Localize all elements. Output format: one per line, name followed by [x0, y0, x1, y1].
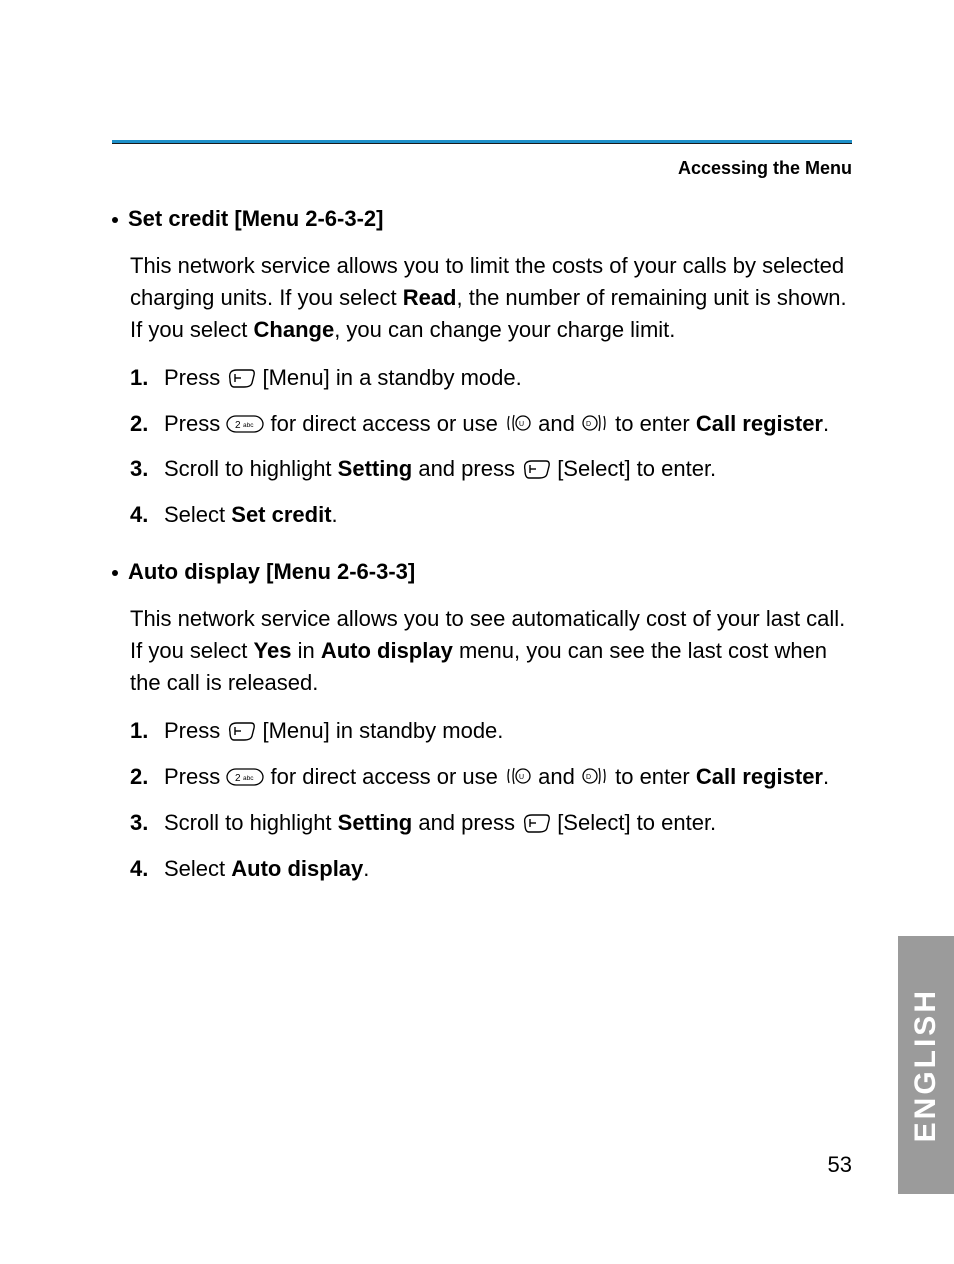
- step-number: 4.: [130, 499, 164, 531]
- step-3: 3. Scroll to highlight Setting and press…: [130, 453, 852, 485]
- step-4: 4. Select Auto display.: [130, 853, 852, 885]
- page-number: 53: [828, 1152, 852, 1178]
- text: and press: [412, 810, 521, 835]
- set-credit-steps: 1. Press [Menu] in a standby mode. 2. Pr…: [130, 362, 852, 532]
- text: in: [291, 638, 320, 663]
- text: to enter: [615, 411, 696, 436]
- text: , you can change your charge limit.: [334, 317, 675, 342]
- step-2: 2. Press 2abc for direct access or use U…: [130, 408, 852, 440]
- set-credit-title: Set credit [Menu 2-6-3-2]: [128, 206, 384, 232]
- text: [Menu] in a standby mode.: [262, 365, 521, 390]
- text: Scroll to highlight: [164, 810, 338, 835]
- bold-call-register: Call register: [696, 764, 823, 789]
- bold-setting: Setting: [338, 810, 413, 835]
- bold-auto-display: Auto display: [231, 856, 363, 881]
- step-body: Select Auto display.: [164, 853, 852, 885]
- bold-setting: Setting: [338, 456, 413, 481]
- text: Select: [164, 856, 231, 881]
- text: [Select] to enter.: [557, 810, 716, 835]
- text: Select: [164, 502, 231, 527]
- left-softkey-icon: [521, 456, 551, 477]
- step-4: 4. Select Set credit.: [130, 499, 852, 531]
- left-softkey-icon: [226, 718, 256, 739]
- set-credit-paragraph: This network service allows you to limit…: [130, 250, 852, 346]
- text: Scroll to highlight: [164, 456, 338, 481]
- rocker-right-icon: D: [581, 411, 609, 433]
- svg-text:2: 2: [235, 773, 241, 784]
- bold-set-credit: Set credit: [231, 502, 331, 527]
- manual-page: Accessing the Menu Set credit [Menu 2-6-…: [0, 0, 954, 1264]
- text: Press: [164, 365, 226, 390]
- svg-text:abc: abc: [243, 422, 254, 429]
- step-1: 1. Press [Menu] in a standby mode.: [130, 362, 852, 394]
- text: .: [823, 764, 829, 789]
- section-auto-display: Auto display [Menu 2-6-3-3]: [112, 559, 852, 585]
- text: .: [823, 411, 829, 436]
- header-rule: [112, 143, 852, 144]
- bold-change: Change: [254, 317, 335, 342]
- bold-auto-display: Auto display: [321, 638, 453, 663]
- rocker-left-icon: U: [504, 411, 532, 433]
- key-2abc-icon: 2abc: [226, 764, 264, 784]
- svg-text:D: D: [586, 421, 591, 428]
- svg-text:U: U: [519, 421, 524, 428]
- bold-read: Read: [403, 285, 457, 310]
- key-2abc-icon: 2abc: [226, 411, 264, 431]
- step-body: Select Set credit.: [164, 499, 852, 531]
- step-body: Scroll to highlight Setting and press [S…: [164, 807, 852, 839]
- bullet-icon: [112, 217, 118, 223]
- step-number: 2.: [130, 761, 164, 793]
- step-2: 2. Press 2abc for direct access or use U…: [130, 761, 852, 793]
- text: and: [538, 764, 581, 789]
- text: for direct access or use: [270, 411, 504, 436]
- text: .: [332, 502, 338, 527]
- text: [Menu] in standby mode.: [262, 718, 503, 743]
- text: .: [363, 856, 369, 881]
- step-number: 4.: [130, 853, 164, 885]
- step-number: 3.: [130, 453, 164, 485]
- step-1: 1. Press [Menu] in standby mode.: [130, 715, 852, 747]
- section-set-credit: Set credit [Menu 2-6-3-2]: [112, 206, 852, 232]
- step-body: Scroll to highlight Setting and press [S…: [164, 453, 852, 485]
- section-auto-display-wrapper: Auto display [Menu 2-6-3-3] This network…: [112, 559, 852, 884]
- rocker-left-icon: U: [504, 764, 532, 786]
- step-3: 3. Scroll to highlight Setting and press…: [130, 807, 852, 839]
- text: for direct access or use: [270, 764, 504, 789]
- svg-text:2: 2: [235, 420, 241, 431]
- text: and: [538, 411, 581, 436]
- text: Press: [164, 764, 226, 789]
- content-area: Set credit [Menu 2-6-3-2] This network s…: [112, 202, 852, 898]
- text: [Select] to enter.: [557, 456, 716, 481]
- text: Press: [164, 718, 226, 743]
- left-softkey-icon: [226, 365, 256, 386]
- step-body: Press 2abc for direct access or use U an…: [164, 761, 852, 793]
- step-body: Press 2abc for direct access or use U an…: [164, 408, 852, 440]
- auto-display-title: Auto display [Menu 2-6-3-3]: [128, 559, 415, 585]
- auto-display-steps: 1. Press [Menu] in standby mode. 2. Pres…: [130, 715, 852, 885]
- left-softkey-icon: [521, 810, 551, 831]
- section-header: Accessing the Menu: [678, 158, 852, 179]
- text: Press: [164, 411, 226, 436]
- language-tab: ENGLISH: [898, 936, 954, 1194]
- step-number: 1.: [130, 362, 164, 394]
- step-number: 2.: [130, 408, 164, 440]
- language-tab-label: ENGLISH: [909, 988, 943, 1142]
- step-body: Press [Menu] in a standby mode.: [164, 362, 852, 394]
- rocker-right-icon: D: [581, 764, 609, 786]
- svg-text:D: D: [586, 774, 591, 781]
- step-number: 3.: [130, 807, 164, 839]
- bullet-icon: [112, 570, 118, 576]
- svg-text:abc: abc: [243, 775, 254, 782]
- svg-text:U: U: [519, 774, 524, 781]
- step-number: 1.: [130, 715, 164, 747]
- step-body: Press [Menu] in standby mode.: [164, 715, 852, 747]
- text: and press: [412, 456, 521, 481]
- bold-call-register: Call register: [696, 411, 823, 436]
- auto-display-paragraph: This network service allows you to see a…: [130, 603, 852, 699]
- bold-yes: Yes: [254, 638, 292, 663]
- text: to enter: [615, 764, 696, 789]
